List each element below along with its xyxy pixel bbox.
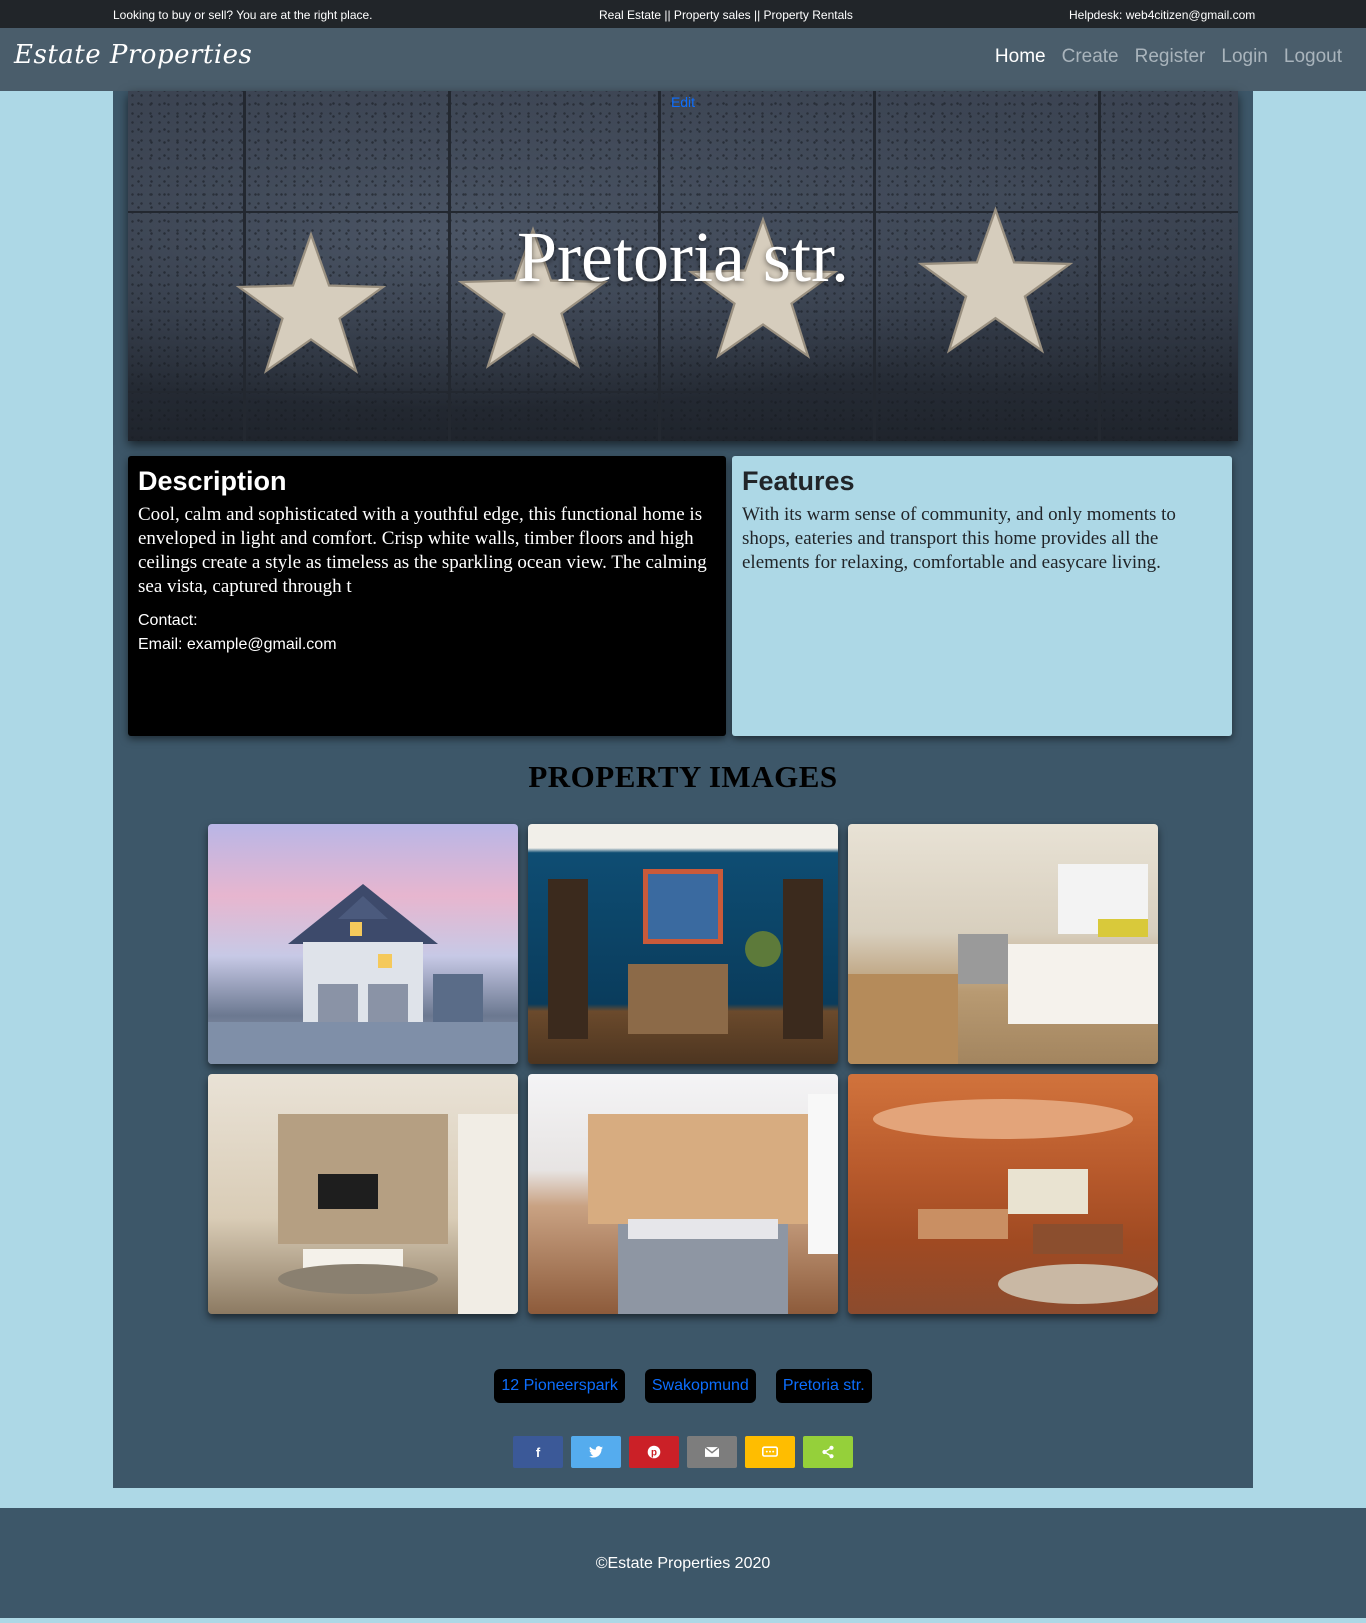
property-title: Pretoria str. (517, 217, 849, 297)
sms-icon (762, 1446, 778, 1457)
lounge-icon (278, 1114, 518, 1314)
page-footer: ©Estate Properties 2020 (0, 1508, 1366, 1618)
features-card: Features With its warm sense of communit… (732, 456, 1232, 736)
main-navbar: Estate Properties Home Create Register L… (0, 28, 1366, 91)
edit-link[interactable]: Edit (128, 94, 1238, 110)
property-link-pioneerspark[interactable]: 12 Pioneerspark (494, 1369, 625, 1403)
hero-banner: Edit Pretoria str. (128, 91, 1238, 441)
top-bar-tagline: Looking to buy or sell? You are at the r… (113, 8, 373, 22)
contact-label: Contact: (138, 612, 198, 629)
kitchen-photo[interactable] (848, 824, 1158, 1064)
svg-text:p: p (651, 1448, 657, 1459)
share-buttons: f p (113, 1436, 1253, 1468)
brand-logo[interactable]: Estate Properties (14, 40, 252, 70)
billiard-room-photo[interactable] (848, 1074, 1158, 1314)
nav-home[interactable]: Home (995, 46, 1046, 68)
twitter-icon (589, 1446, 603, 1458)
facebook-icon: f (535, 1444, 541, 1460)
nav-login[interactable]: Login (1221, 46, 1268, 68)
blue-living-room-photo[interactable] (528, 824, 838, 1064)
bedroom-icon (588, 1094, 838, 1314)
share-facebook-button[interactable]: f (513, 1436, 563, 1468)
bedroom-photo[interactable] (528, 1074, 838, 1314)
email-icon (705, 1447, 719, 1457)
property-images-heading: PROPERTY IMAGES (528, 759, 838, 794)
billiard-icon (873, 1099, 1158, 1304)
description-card: Description Cool, calm and sophisticated… (128, 456, 726, 736)
contact-email: Email: example@gmail.com (138, 636, 337, 653)
kitchen-icon (848, 864, 1158, 1064)
nav-logout[interactable]: Logout (1284, 46, 1342, 68)
share-email-button[interactable] (687, 1436, 737, 1468)
living-room-icon (548, 869, 823, 1039)
nav-links: Home Create Register Login Logout (995, 46, 1342, 68)
share-twitter-button[interactable] (571, 1436, 621, 1468)
share-sms-button[interactable] (745, 1436, 795, 1468)
nav-register[interactable]: Register (1135, 46, 1206, 68)
tv-lounge-photo[interactable] (208, 1074, 518, 1314)
house-icon (208, 884, 518, 1064)
house-exterior-photo[interactable] (208, 824, 518, 1064)
footer-copyright: ©Estate Properties 2020 (595, 1555, 771, 1572)
slab-seam (128, 391, 1238, 393)
property-link-swakopmund[interactable]: Swakopmund (644, 1369, 756, 1403)
description-text: Cool, calm and sophisticated with a yout… (138, 504, 707, 597)
top-bar-services: Real Estate || Property sales || Propert… (599, 8, 853, 22)
share-pinterest-button[interactable]: p (629, 1436, 679, 1468)
features-text: With its warm sense of community, and on… (742, 504, 1176, 573)
nav-create[interactable]: Create (1062, 46, 1119, 68)
top-bar-helpdesk: Helpdesk: web4citizen@gmail.com (1069, 8, 1256, 22)
pinterest-icon: p (647, 1445, 661, 1459)
share-icon (822, 1445, 834, 1459)
features-heading: Features (742, 466, 855, 496)
top-info-bar: Looking to buy or sell? You are at the r… (0, 0, 1366, 28)
description-heading: Description (138, 466, 287, 496)
property-link-pretoria[interactable]: Pretoria str. (775, 1369, 872, 1403)
main-content: Edit Pretoria str. Description Cool, cal… (113, 91, 1253, 1488)
share-more-button[interactable] (803, 1436, 853, 1468)
property-links: 12 Pioneerspark Swakopmund Pretoria str. (113, 1369, 1253, 1403)
